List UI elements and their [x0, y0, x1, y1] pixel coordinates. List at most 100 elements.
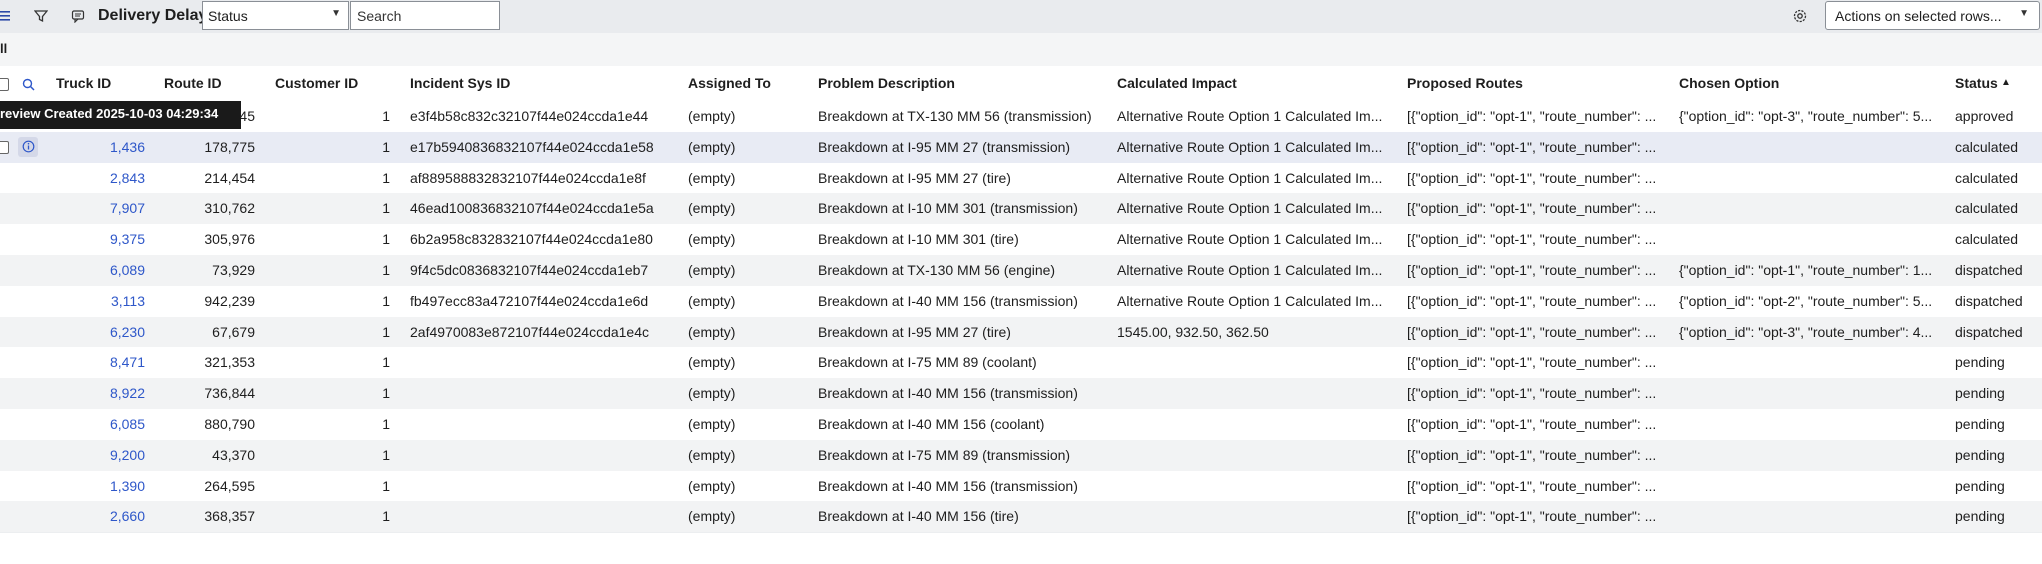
row-actions-label: Actions on selected rows...	[1835, 8, 2002, 24]
problem-description-cell: Breakdown at I-10 MM 301 (tire)	[818, 231, 1019, 248]
problem-description-cell: Breakdown at TX-130 MM 56 (engine)	[818, 262, 1056, 278]
proposed-routes-cell: [{"option_id": "opt-1", "route_number": …	[1407, 446, 1657, 463]
assigned-to-cell: (empty)	[688, 416, 736, 432]
table-header: Truck ID Route ID Customer ID Incident S…	[0, 66, 2042, 102]
sort-ascending-icon: ▲	[2001, 77, 2011, 88]
proposed-routes-cell: [{"option_id": "opt-1", "route_number": …	[1407, 385, 1657, 402]
row-actions-select[interactable]: Actions on selected rows... ▼	[1825, 1, 2040, 30]
table-row[interactable]: 6,089 73,929 1 9f4c5dc0836832107f44e024ccda…	[0, 255, 2042, 287]
assigned-to-cell: (empty)	[688, 108, 736, 124]
truck-id-link[interactable]: 8,922	[0, 385, 145, 401]
route-id-cell: 73,929	[212, 262, 255, 278]
proposed-routes-cell: [{"option_id": "opt-1", "route_number": …	[1407, 416, 1657, 432]
column-header-truck-id[interactable]: Truck ID	[56, 75, 111, 91]
column-header-problem-description[interactable]: Problem Description	[818, 75, 955, 91]
truck-id-link[interactable]: 6,230	[0, 324, 145, 340]
truck-id-link[interactable]: 6,085	[0, 416, 145, 432]
list-toolbar: Delivery Delays Status ▼ Search Actions …	[0, 0, 2042, 33]
table-row[interactable]: 9,200 43,370 1 (empty) Breakdown at I-75 MM …	[0, 439, 2042, 472]
proposed-routes-cell: [{"option_id": "opt-1", "route_number": …	[1407, 231, 1657, 248]
status-cell: pending	[1955, 416, 2005, 432]
table-row[interactable]: 7,907 310,762 1 46ead100836832107f44e024ccd…	[0, 193, 2042, 226]
chat-list-icon[interactable]	[70, 8, 86, 24]
problem-description-cell: Breakdown at I-40 MM 156 (transmission)	[818, 477, 1078, 494]
proposed-routes-cell: [{"option_id": "opt-1", "route_number": …	[1407, 169, 1657, 186]
proposed-routes-cell: [{"option_id": "opt-1", "route_number": …	[1407, 108, 1657, 124]
problem-description-cell: Breakdown at I-40 MM 156 (tire)	[818, 508, 1019, 525]
breadcrumb-all[interactable]: ll	[0, 41, 7, 56]
column-header-incident-sys-id[interactable]: Incident Sys ID	[410, 75, 510, 91]
table-row[interactable]: 3,113 942,239 1 fb497ecc83a472107f44e024ccd…	[0, 285, 2042, 318]
truck-id-link[interactable]: 2,843	[0, 170, 145, 186]
route-id-cell: 214,454	[204, 169, 255, 186]
assigned-to-cell: (empty)	[688, 200, 736, 217]
table-row[interactable]: 2,843 214,454 1 af889588832832107f44e024ccd…	[0, 162, 2042, 195]
incident-sys-id-cell: e3f4b58c832c32107f44e024ccda1e44	[410, 108, 649, 124]
truck-id-link[interactable]: 1,390	[0, 478, 145, 494]
search-icon[interactable]	[20, 76, 36, 92]
status-cell: dispatched	[1955, 323, 2023, 340]
problem-description-cell: Breakdown at I-95 MM 27 (tire)	[818, 169, 1011, 186]
customer-id-cell: 1	[382, 477, 390, 494]
assigned-to-cell: (empty)	[688, 262, 736, 278]
route-id-cell: 321,353	[204, 354, 255, 371]
truck-id-link[interactable]: 3,113	[0, 293, 145, 309]
truck-id-link[interactable]: 2,660	[0, 508, 145, 524]
table-row[interactable]: 45 1 e3f4b58c832c32107f44e024ccda1e44 (empt…	[0, 101, 2042, 133]
truck-id-link[interactable]: 9,200	[0, 447, 145, 463]
truck-id-link[interactable]: 8,471	[0, 354, 145, 370]
chosen-option-cell: {"option_id": "opt-3", "route_number": 5…	[1679, 108, 1933, 124]
table-row[interactable]: 1,436 178,775 1 e17b5940836832107f44e024ccd…	[0, 131, 2042, 164]
column-header-route-id[interactable]: Route ID	[164, 75, 222, 91]
column-header-chosen-option[interactable]: Chosen Option	[1679, 75, 1779, 91]
route-id-cell: 368,357	[204, 508, 255, 525]
select-all-checkbox[interactable]	[0, 78, 9, 91]
truck-id-link[interactable]: 9,375	[0, 231, 145, 247]
truck-id-link[interactable]: 1,436	[0, 139, 145, 155]
calculated-impact-cell: Alternative Route Option 1 Calculated Im…	[1117, 200, 1383, 217]
route-id-cell: 310,762	[204, 200, 255, 217]
table-row[interactable]: 2,660 368,357 1 (empty) Breakdown at I-40 MM…	[0, 501, 2042, 534]
incident-sys-id-cell: 46ead100836832107f44e024ccda1e5a	[410, 200, 654, 217]
table-row[interactable]: 6,230 67,679 1 2af4970083e872107f44e024ccda…	[0, 316, 2042, 349]
table-row[interactable]: 6,085 880,790 1 (empty) Breakdown at I-40 MM…	[0, 409, 2042, 441]
column-header-customer-id[interactable]: Customer ID	[275, 75, 358, 91]
status-cell: pending	[1955, 385, 2005, 402]
funnel-filter-icon[interactable]	[33, 8, 49, 24]
table-row[interactable]: 9,375 305,976 1 6b2a958c832832107f44e024ccd…	[0, 224, 2042, 257]
chosen-option-cell: {"option_id": "opt-3", "route_number": 4…	[1679, 323, 1933, 340]
customer-id-cell: 1	[382, 508, 390, 525]
assigned-to-cell: (empty)	[688, 292, 736, 309]
status-cell: calculated	[1955, 169, 2019, 186]
column-header-assigned-to[interactable]: Assigned To	[688, 75, 771, 91]
incident-sys-id-cell: af889588832832107f44e024ccda1e8f	[410, 169, 646, 186]
customer-id-cell: 1	[382, 385, 390, 402]
customer-id-cell: 1	[382, 138, 390, 155]
column-header-proposed-routes[interactable]: Proposed Routes	[1407, 75, 1523, 91]
status-cell: dispatched	[1955, 262, 2023, 278]
column-header-calculated-impact[interactable]: Calculated Impact	[1117, 75, 1237, 91]
table-row[interactable]: 8,922 736,844 1 (empty) Breakdown at I-40 MM…	[0, 378, 2042, 411]
table-row[interactable]: 8,471 321,353 1 (empty) Breakdown at I-75 MM…	[0, 347, 2042, 380]
route-id-cell: 305,976	[204, 231, 255, 248]
proposed-routes-cell: [{"option_id": "opt-1", "route_number": …	[1407, 138, 1657, 155]
record-preview-tooltip: review Created 2025-10-03 04:29:34	[0, 101, 241, 129]
customer-id-cell: 1	[382, 323, 390, 340]
incident-sys-id-cell: 6b2a958c832832107f44e024ccda1e80	[410, 231, 653, 248]
filter-field-select[interactable]: Status ▼	[202, 1, 349, 30]
status-cell: pending	[1955, 354, 2005, 371]
hamburger-menu-icon[interactable]	[0, 9, 12, 23]
truck-id-link[interactable]: 6,089	[0, 262, 145, 278]
proposed-routes-cell: [{"option_id": "opt-1", "route_number": …	[1407, 262, 1657, 278]
gear-icon[interactable]	[1791, 7, 1809, 25]
customer-id-cell: 1	[382, 200, 390, 217]
proposed-routes-cell: [{"option_id": "opt-1", "route_number": …	[1407, 354, 1657, 371]
customer-id-cell: 1	[382, 231, 390, 248]
incident-sys-id-cell: 2af4970083e872107f44e024ccda1e4c	[410, 323, 650, 340]
table-row[interactable]: 1,390 264,595 1 (empty) Breakdown at I-40 MM…	[0, 470, 2042, 503]
route-id-cell: 67,679	[212, 323, 255, 340]
status-cell: approved	[1955, 108, 2014, 124]
search-input[interactable]: Search	[350, 1, 500, 30]
column-header-status[interactable]: Status	[1955, 75, 1998, 91]
truck-id-link[interactable]: 7,907	[0, 200, 145, 216]
